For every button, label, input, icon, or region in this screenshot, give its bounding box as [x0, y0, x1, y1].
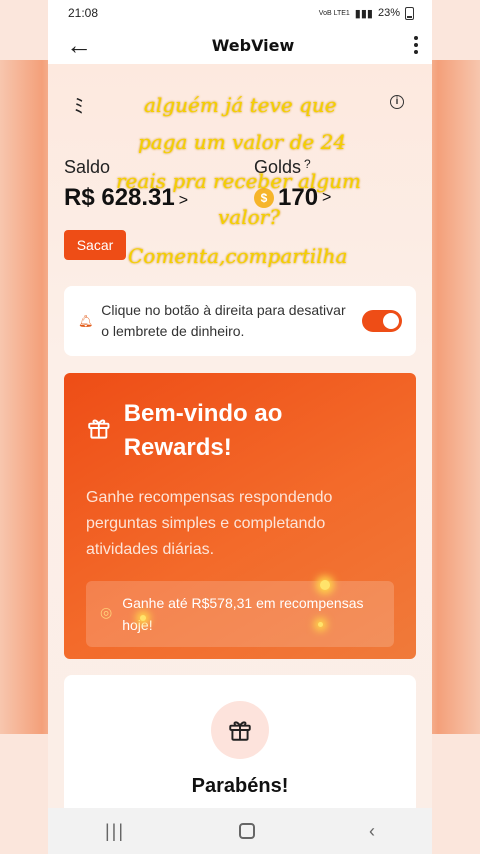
- welcome-title: Bem-vindo ao Rewards!: [123, 400, 283, 461]
- kebab-icon[interactable]: [413, 36, 418, 54]
- recent-apps-icon[interactable]: |||: [105, 821, 125, 842]
- battery-percent: 23%: [377, 7, 400, 19]
- reminder-toggle[interactable]: [362, 310, 402, 332]
- balance-chevron: >: [178, 192, 189, 209]
- welcome-header: Bem-vindo ao Rewards!: [86, 397, 394, 465]
- withdraw-button[interactable]: Sacar: [64, 230, 126, 260]
- menu-icon[interactable]: ﾐ: [74, 90, 84, 119]
- caption-line-5: Comenta,compartilha: [128, 244, 348, 268]
- congrats-card: Parabéns!: [64, 675, 416, 815]
- gift-icon: [229, 721, 251, 741]
- app-bar: ← WebView: [48, 26, 432, 64]
- system-nav-bar: ||| ‹: [48, 808, 432, 854]
- earnings-highlight-text: Ganhe até R$578,31 em recompensas hoje!: [122, 595, 364, 633]
- welcome-card: Bem-vindo ao Rewards! Ganhe recompensas …: [64, 373, 416, 659]
- welcome-description: Ganhe recompensas respondendo perguntas …: [86, 489, 333, 558]
- gift-circle: [211, 701, 269, 759]
- status-bar: 21:08 VoB LTE1 ▮▮▮ 23%: [48, 0, 432, 26]
- caption-line-4: valor?: [218, 205, 280, 229]
- bell-icon: 🔔︎: [78, 314, 94, 328]
- earnings-highlight: ◎ Ganhe até R$578,31 em recompensas hoje…: [86, 581, 394, 647]
- phone-screen: 21:08 VoB LTE1 ▮▮▮ 23% ← WebView ﾐ i Sal…: [48, 0, 432, 854]
- app-title: WebView: [211, 35, 295, 55]
- sparkle: [320, 580, 330, 590]
- signal-icon: ▮▮▮: [354, 7, 373, 20]
- battery-icon: [405, 6, 414, 20]
- back-nav-icon[interactable]: ‹: [369, 821, 375, 842]
- caption-line-1: alguém já teve que: [144, 93, 337, 117]
- network-label: VoB LTE1: [318, 9, 350, 17]
- gift-icon: [88, 419, 110, 439]
- back-arrow-icon[interactable]: ←: [66, 32, 92, 58]
- reminder-text: Clique no botão à direita para desativar…: [101, 302, 346, 339]
- status-icons: VoB LTE1 ▮▮▮ 23%: [318, 6, 414, 20]
- info-icon[interactable]: i: [390, 95, 404, 109]
- sparkle: [318, 622, 323, 627]
- coins-icon: ◎: [100, 604, 113, 620]
- congrats-title: Parabéns!: [191, 775, 289, 797]
- caption-line-2: paga um valor de 24: [138, 130, 347, 154]
- status-time: 21:08: [68, 6, 99, 20]
- reminder-card: 🔔︎ Clique no botão à direita para desati…: [64, 286, 416, 356]
- sparkle: [140, 615, 146, 621]
- home-icon[interactable]: [239, 823, 255, 839]
- caption-line-3: reais pra receber algum: [116, 169, 361, 193]
